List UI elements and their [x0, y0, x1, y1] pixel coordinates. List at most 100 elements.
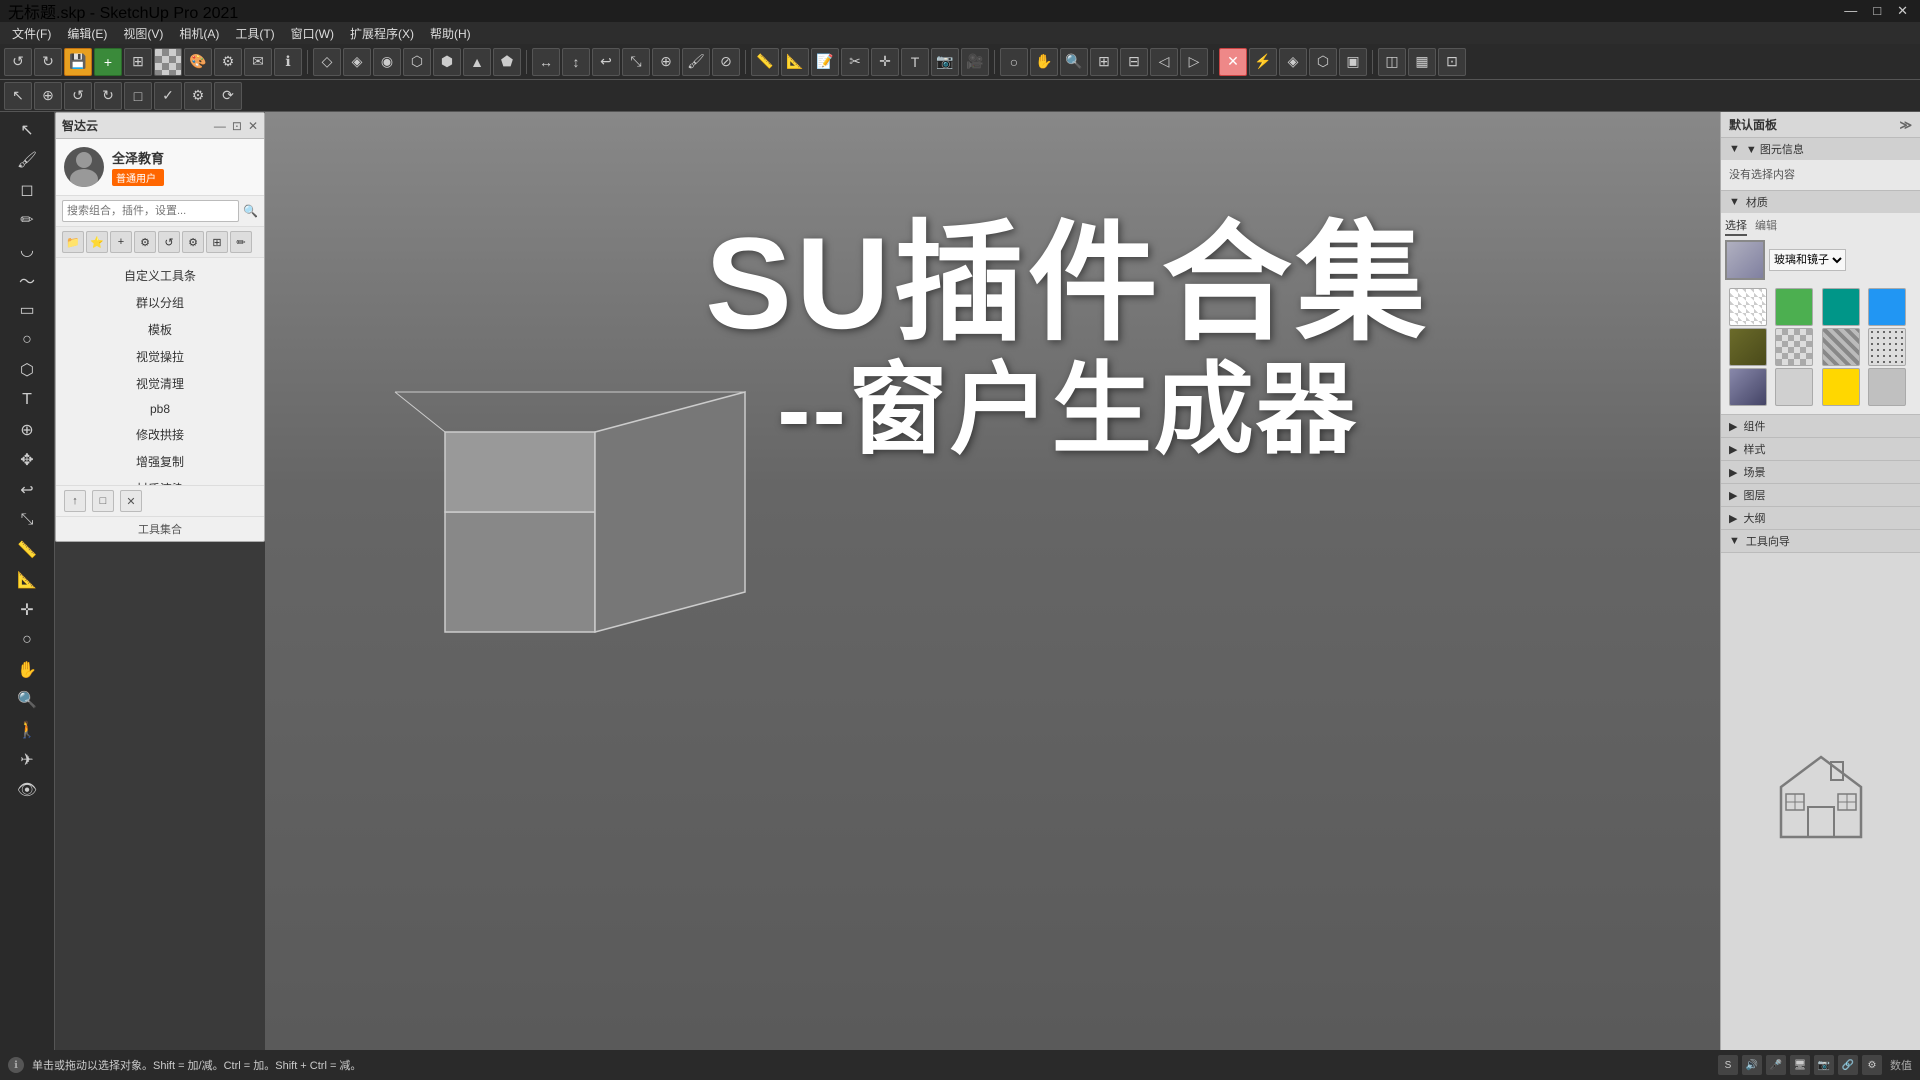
toolbar-geo1[interactable]: ◇ [313, 48, 341, 76]
menu-tools[interactable]: 工具(T) [227, 23, 282, 44]
toolbar-angle[interactable]: 📐 [781, 48, 809, 76]
toolbar-geo6[interactable]: ▲ [463, 48, 491, 76]
swatch-lightgray[interactable] [1775, 368, 1813, 406]
tool-pushpull[interactable]: ⊕ [9, 416, 45, 444]
toolbar-settings[interactable]: ⚙ [214, 48, 242, 76]
status-icon-s[interactable]: S [1718, 1055, 1738, 1075]
menu-view[interactable]: 视图(V) [115, 23, 171, 44]
close-button[interactable]: ✕ [1893, 3, 1912, 19]
materials-select-tab[interactable]: 选择 [1725, 217, 1747, 236]
menu-item-visual-drag[interactable]: 视觉操拉 [56, 343, 264, 370]
tool-pan[interactable]: ✋ [9, 656, 45, 684]
plugin-search-input[interactable] [62, 200, 239, 222]
toolbar-plugin5[interactable]: ▣ [1339, 48, 1367, 76]
menu-extensions[interactable]: 扩展程序(X) [342, 23, 422, 44]
materials-edit-tab[interactable]: 编辑 [1755, 217, 1777, 236]
panel-tb-folder[interactable]: 📁 [62, 231, 84, 253]
tool-rotate[interactable]: ↩ [9, 476, 45, 504]
toolbar-paint[interactable]: 🖌 [682, 48, 710, 76]
toolbar-ext3[interactable]: ⊡ [1438, 48, 1466, 76]
panel-minimize[interactable]: — [214, 119, 226, 133]
toolbar-geo7[interactable]: ⬟ [493, 48, 521, 76]
entity-info-header[interactable]: ▼ ▼ 图元信息 [1721, 138, 1920, 160]
menu-item-copy[interactable]: 增强复制 [56, 448, 264, 475]
toolbar-rotate[interactable]: ↩ [592, 48, 620, 76]
toolbar-ext2[interactable]: ▦ [1408, 48, 1436, 76]
toolbar-new[interactable]: ↺ [4, 48, 32, 76]
toolbar-info[interactable]: ℹ [274, 48, 302, 76]
toolbar-scale[interactable]: ⤡ [622, 48, 650, 76]
panel-bottom-btn1[interactable]: ↑ [64, 490, 86, 512]
instructor-header[interactable]: ▼ 工具向导 [1721, 530, 1920, 552]
status-icon-gear[interactable]: ⚙ [1862, 1055, 1882, 1075]
toolbar-plugin1[interactable]: ✕ [1219, 48, 1247, 76]
panel-dock[interactable]: ⊡ [232, 119, 242, 133]
toolbar-note[interactable]: 📝 [811, 48, 839, 76]
toolbar-zoomext[interactable]: ⊞ [1090, 48, 1118, 76]
minimize-button[interactable]: — [1840, 3, 1861, 19]
tool-tape[interactable]: 📏 [9, 536, 45, 564]
panel-tb-grid[interactable]: ⊞ [206, 231, 228, 253]
toolbar-email[interactable]: ✉ [244, 48, 272, 76]
tool-paint[interactable]: 🖌 [9, 146, 45, 174]
status-icon-mic[interactable]: 🎤 [1766, 1055, 1786, 1075]
toolbar-pan[interactable]: ✋ [1030, 48, 1058, 76]
toolbar-prev[interactable]: ◁ [1150, 48, 1178, 76]
swatch-purple[interactable] [1729, 368, 1767, 406]
tool-scale[interactable]: ⤡ [9, 506, 45, 534]
sec-box[interactable]: □ [124, 82, 152, 110]
toolbar-next[interactable]: ▷ [1180, 48, 1208, 76]
scenes-header[interactable]: ▶ 场景 [1721, 461, 1920, 483]
swatch-yellow[interactable] [1822, 368, 1860, 406]
tool-circle[interactable]: ○ [9, 326, 45, 354]
components-header[interactable]: ▶ 组件 [1721, 415, 1920, 437]
tool-fly[interactable]: ✈ [9, 746, 45, 774]
sec-select2[interactable]: ⊕ [34, 82, 62, 110]
toolbar-move2[interactable]: ↕ [562, 48, 590, 76]
3d-viewport[interactable]: SU插件合集 --窗户生成器 [265, 112, 1720, 1050]
sec-select[interactable]: ↖ [4, 82, 32, 110]
panel-tb-refresh[interactable]: ↺ [158, 231, 180, 253]
menu-camera[interactable]: 相机(A) [171, 23, 227, 44]
toolbar-geo3[interactable]: ◉ [373, 48, 401, 76]
menu-edit[interactable]: 编辑(E) [59, 23, 115, 44]
search-icon[interactable]: 🔍 [243, 204, 258, 218]
menu-help[interactable]: 帮助(H) [422, 23, 479, 44]
toolbar-plugin3[interactable]: ◈ [1279, 48, 1307, 76]
menu-item-group[interactable]: 群以分组 [56, 289, 264, 316]
tool-3d-text[interactable]: T [9, 386, 45, 414]
toolbar-geo2[interactable]: ◈ [343, 48, 371, 76]
toolbar-geo4[interactable]: ⬡ [403, 48, 431, 76]
toolbar-push[interactable]: ⊕ [652, 48, 680, 76]
toolbar-zoomwin[interactable]: ⊟ [1120, 48, 1148, 76]
swatch-teal[interactable] [1822, 288, 1860, 326]
menu-item-modify[interactable]: 修改拱接 [56, 421, 264, 448]
menu-item-visual-clean[interactable]: 视觉清理 [56, 370, 264, 397]
swatch-checker[interactable] [1775, 328, 1813, 366]
panel-tb-gear2[interactable]: ⚙ [182, 231, 204, 253]
materials-header[interactable]: ▼ 材质 [1721, 191, 1920, 213]
toolbar-axes[interactable]: ✛ [871, 48, 899, 76]
status-icon-screen[interactable]: 🖥 [1790, 1055, 1810, 1075]
tool-arc[interactable]: ◡ [9, 236, 45, 264]
layers-header[interactable]: ▶ 图层 [1721, 484, 1920, 506]
toolbar-3d-text[interactable]: T [901, 48, 929, 76]
swatch-olive[interactable] [1729, 328, 1767, 366]
toolbar-component[interactable]: ⊞ [124, 48, 152, 76]
menu-item-pb8[interactable]: pb8 [56, 397, 264, 421]
status-icon-flag[interactable]: 🔊 [1742, 1055, 1762, 1075]
swatch-blue[interactable] [1868, 288, 1906, 326]
toolbar-zoom[interactable]: 🔍 [1060, 48, 1088, 76]
toolbar-plugin2[interactable]: ⚡ [1249, 48, 1277, 76]
sec-gear[interactable]: ⚙ [184, 82, 212, 110]
swatch-green[interactable] [1775, 288, 1813, 326]
tool-walk[interactable]: 🚶 [9, 716, 45, 744]
menu-item-template[interactable]: 模板 [56, 316, 264, 343]
sec-redo[interactable]: ↻ [94, 82, 122, 110]
menu-item-custom-toolbar[interactable]: 自定义工具条 [56, 262, 264, 289]
toolbar-orbit[interactable]: ○ [1000, 48, 1028, 76]
toolbar-material[interactable]: 🎨 [184, 48, 212, 76]
sec-undo[interactable]: ↺ [64, 82, 92, 110]
sec-refresh[interactable]: ⟳ [214, 82, 242, 110]
swatch-transparent[interactable] [1729, 288, 1767, 326]
